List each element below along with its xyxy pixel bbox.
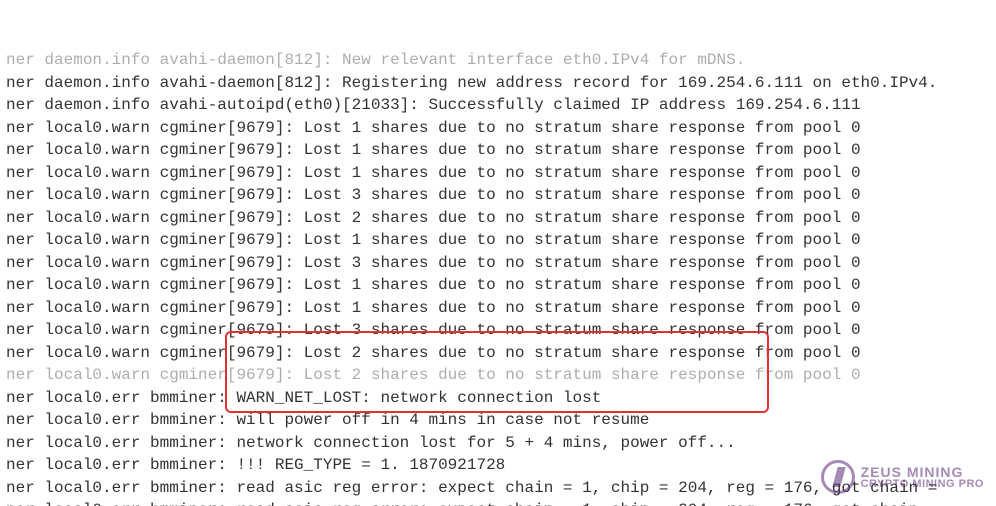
log-line: ner local0.warn cgminer[9679]: Lost 2 sh… <box>6 364 990 387</box>
log-line: ner local0.warn cgminer[9679]: Lost 1 sh… <box>6 117 990 140</box>
log-line: ner local0.err bmminer: !!! REG_TYPE = 1… <box>6 454 990 477</box>
log-line: ner local0.warn cgminer[9679]: Lost 2 sh… <box>6 342 990 365</box>
log-line: ner daemon.info avahi-autoipd(eth0)[2103… <box>6 94 990 117</box>
log-line: ner local0.warn cgminer[9679]: Lost 1 sh… <box>6 139 990 162</box>
log-line: ner local0.warn cgminer[9679]: Lost 3 sh… <box>6 252 990 275</box>
log-line: ner local0.err bmminer: read asic reg er… <box>6 499 990 506</box>
log-line: ner local0.warn cgminer[9679]: Lost 1 sh… <box>6 229 990 252</box>
log-line: ner local0.warn cgminer[9679]: Lost 3 sh… <box>6 184 990 207</box>
log-line: ner local0.warn cgminer[9679]: Lost 1 sh… <box>6 297 990 320</box>
log-area: ner daemon.info avahi-daemon[812]: New r… <box>0 0 996 506</box>
log-line: ner daemon.info avahi-daemon[812]: Regis… <box>6 72 990 95</box>
log-line: ner local0.err bmminer: will power off i… <box>6 409 990 432</box>
log-line: ner local0.err bmminer: read asic reg er… <box>6 477 990 500</box>
log-line: ner local0.warn cgminer[9679]: Lost 1 sh… <box>6 274 990 297</box>
log-line: ner local0.err bmminer: network connecti… <box>6 432 990 455</box>
log-line: ner local0.warn cgminer[9679]: Lost 3 sh… <box>6 319 990 342</box>
log-line: ner local0.warn cgminer[9679]: Lost 1 sh… <box>6 162 990 185</box>
log-line: ner daemon.info avahi-daemon[812]: New r… <box>6 49 990 72</box>
log-line: ner local0.err bmminer: WARN_NET_LOST: n… <box>6 387 990 410</box>
log-line: ner local0.warn cgminer[9679]: Lost 2 sh… <box>6 207 990 230</box>
